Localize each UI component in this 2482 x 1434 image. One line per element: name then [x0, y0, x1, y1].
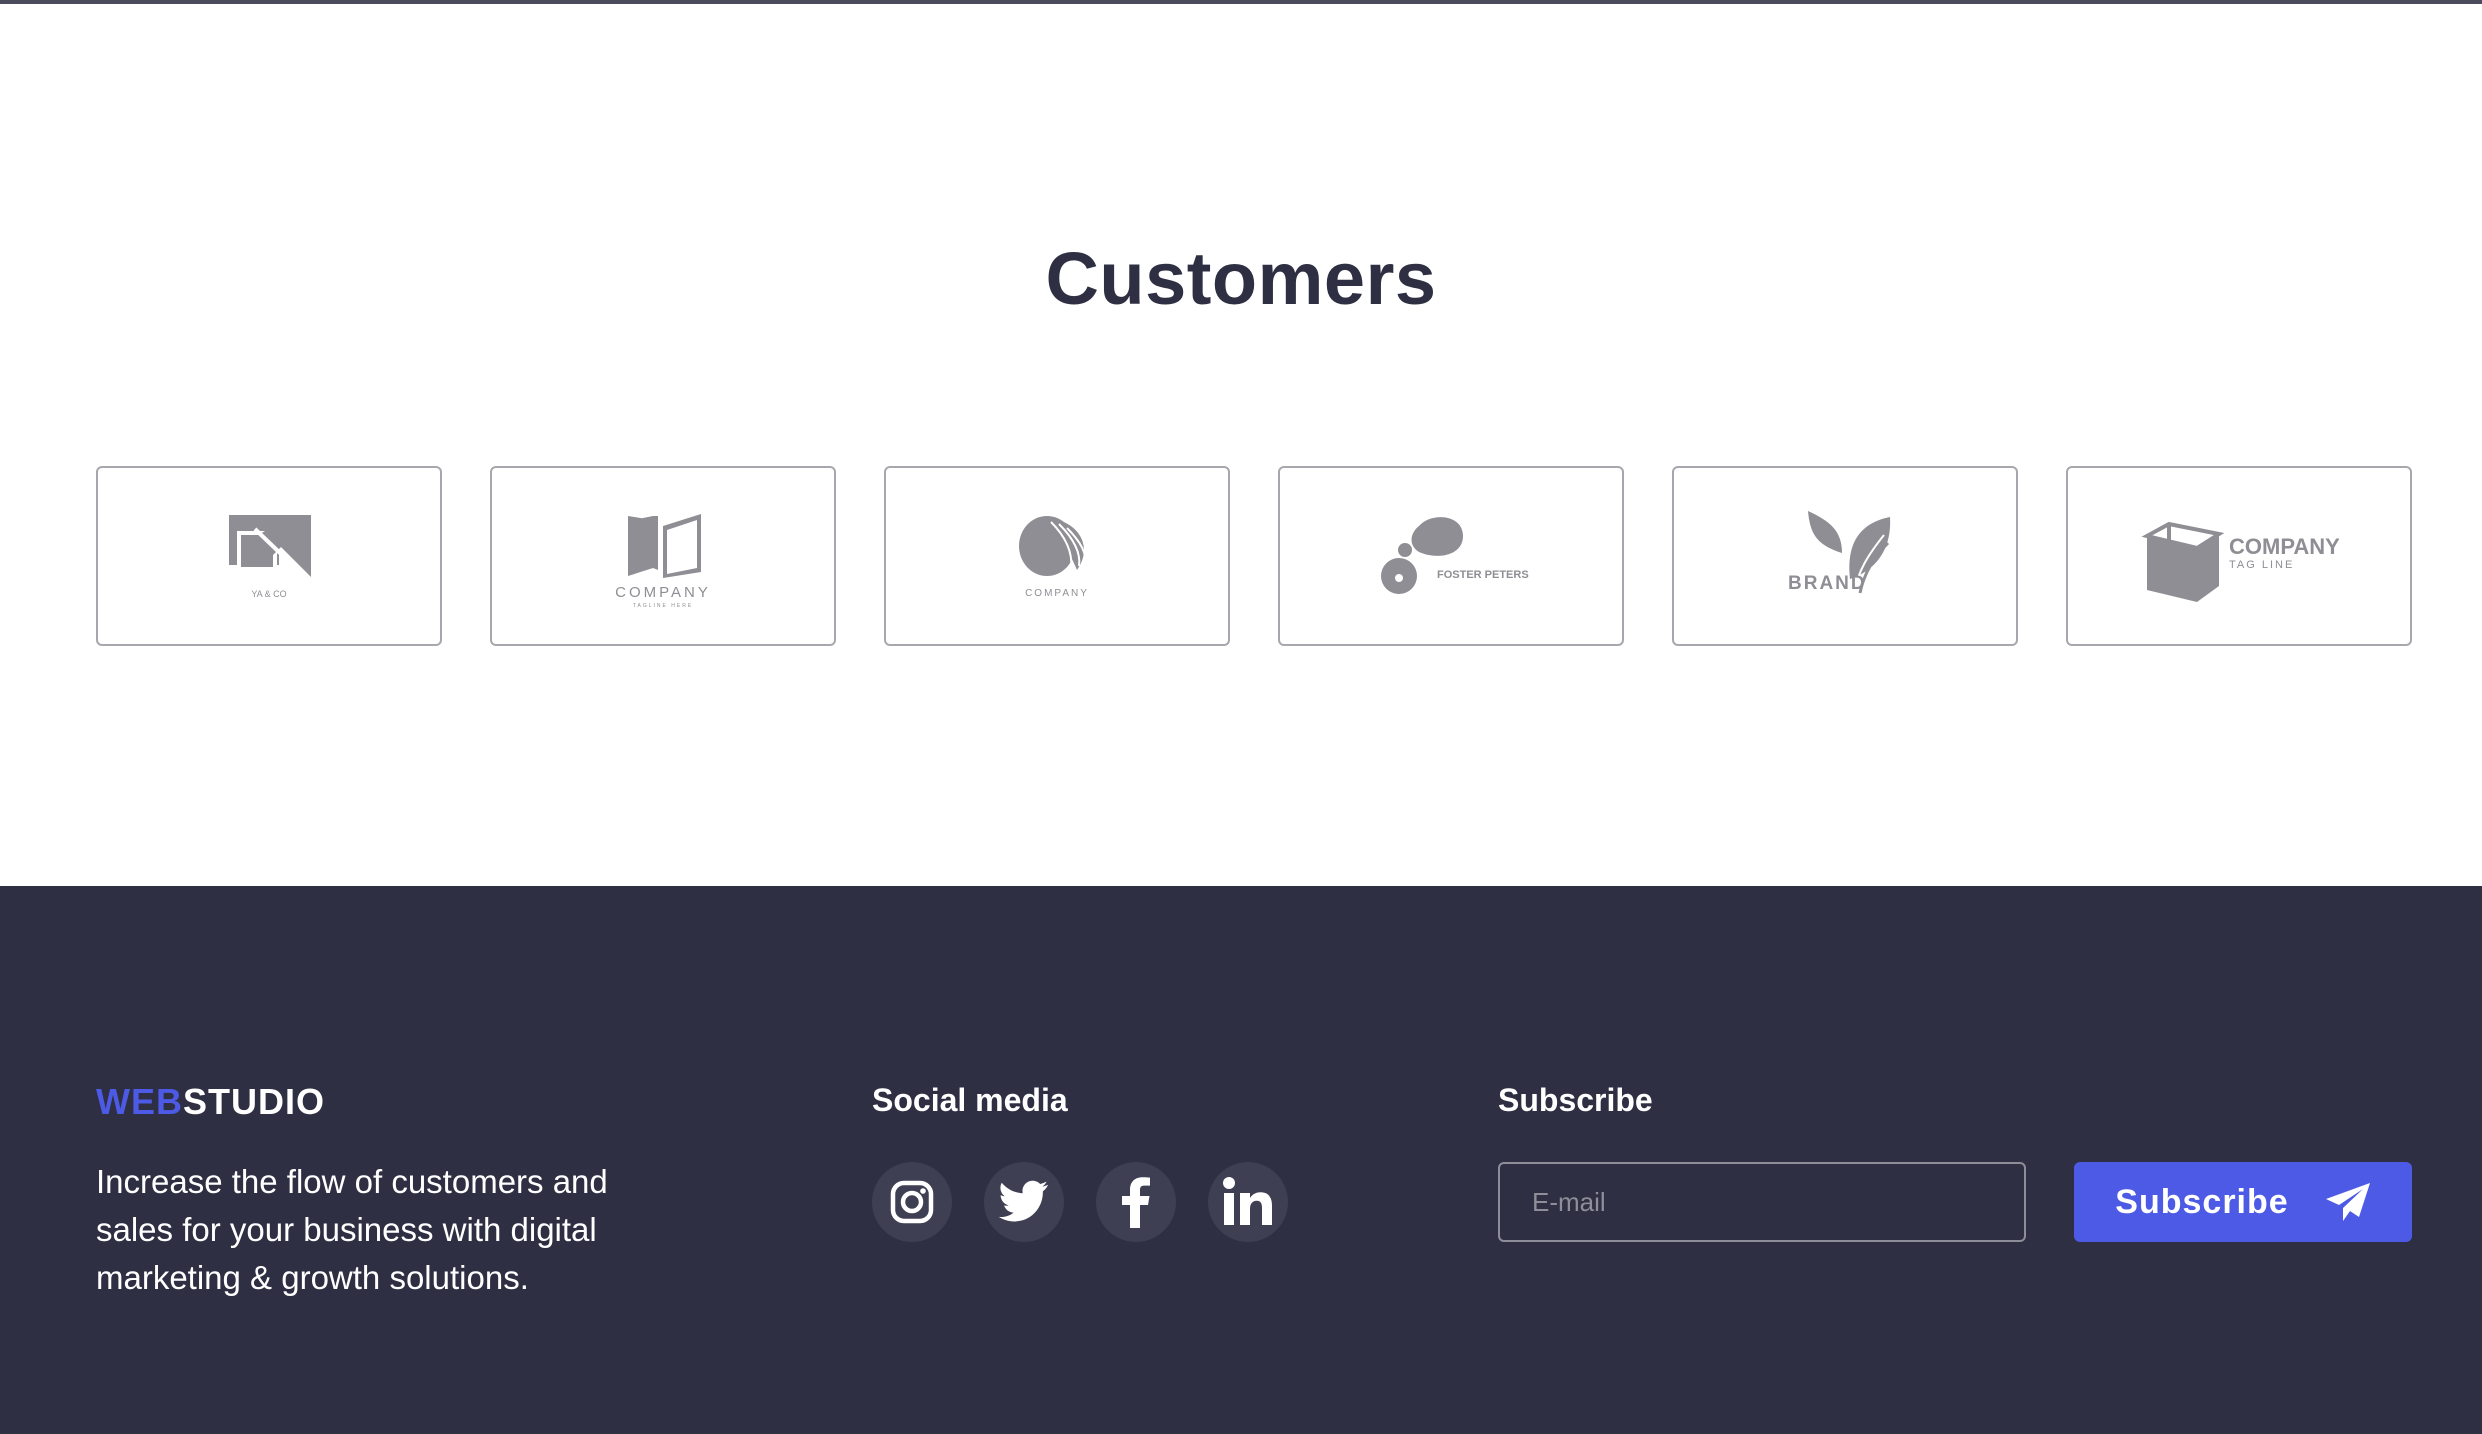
brand-logo[interactable]: WEBSTUDIO — [96, 1084, 325, 1120]
social-links — [872, 1162, 1292, 1242]
paper-plane-icon — [2325, 1183, 2370, 1221]
linkedin-link[interactable] — [1208, 1162, 1288, 1242]
layered-leaf-logo-icon: COMPANY — [1019, 516, 1089, 599]
square-arrow-logo-icon: YA & CO — [229, 515, 311, 599]
subscribe-button[interactable]: Subscribe — [2074, 1162, 2412, 1242]
brand-main: STUDIO — [183, 1081, 326, 1122]
brand-accent: WEB — [96, 1081, 183, 1122]
customer-logos: YA & CO COMPANY TAGLINE HERE COMPANY FOS… — [96, 466, 2412, 648]
footer-tagline: Increase the flow of customers and sales… — [96, 1163, 608, 1296]
cube-logo-icon: COMPANY TAG LINE — [2141, 521, 2340, 602]
open-book-logo-icon: COMPANY TAGLINE HERE — [615, 514, 711, 609]
twitter-icon — [999, 1180, 1049, 1222]
customers-title: Customers — [1045, 237, 1437, 320]
logo-text: COMPANY — [2229, 534, 2340, 559]
customer-logo-card[interactable]: COMPANY TAG LINE — [2066, 466, 2412, 646]
customer-logo-card[interactable]: FOSTER PETERS — [1278, 466, 1624, 646]
linkedin-icon — [1223, 1177, 1272, 1225]
facebook-icon — [1122, 1177, 1150, 1228]
footer: WEBSTUDIO Increase the flow of customers… — [0, 886, 2482, 1434]
customer-logo-card[interactable]: COMPANY — [884, 466, 1230, 646]
instagram-link[interactable] — [872, 1162, 952, 1242]
facebook-link[interactable] — [1096, 1162, 1176, 1242]
twitter-link[interactable] — [984, 1162, 1064, 1242]
speech-drop-logo-icon: FOSTER PETERS — [1381, 517, 1529, 594]
logo-text: FOSTER PETERS — [1437, 569, 1529, 581]
customer-logo-card[interactable]: BRAND — [1672, 466, 2018, 646]
customer-logo-card[interactable]: YA & CO — [96, 466, 442, 646]
social-media-title: Social media — [872, 1082, 1068, 1118]
email-field[interactable] — [1498, 1162, 2026, 1242]
customer-logo-card[interactable]: COMPANY TAGLINE HERE — [490, 466, 836, 646]
logo-tagline: TAG LINE — [2229, 559, 2294, 571]
subscribe-title: Subscribe — [1498, 1082, 1653, 1118]
logo-text: BRAND — [1788, 573, 1867, 594]
logo-text: COMPANY — [615, 584, 711, 601]
instagram-icon — [890, 1180, 934, 1224]
logo-text: YA & CO — [251, 589, 286, 599]
customers-section: Customers YA & CO COMPANY TAGLINE HERE C… — [0, 4, 2482, 886]
logo-text: COMPANY — [1025, 588, 1089, 599]
twin-leaf-logo-icon: BRAND — [1788, 511, 1891, 594]
logo-tagline: TAGLINE HERE — [633, 603, 693, 609]
subscribe-button-label: Subscribe — [2115, 1182, 2289, 1221]
